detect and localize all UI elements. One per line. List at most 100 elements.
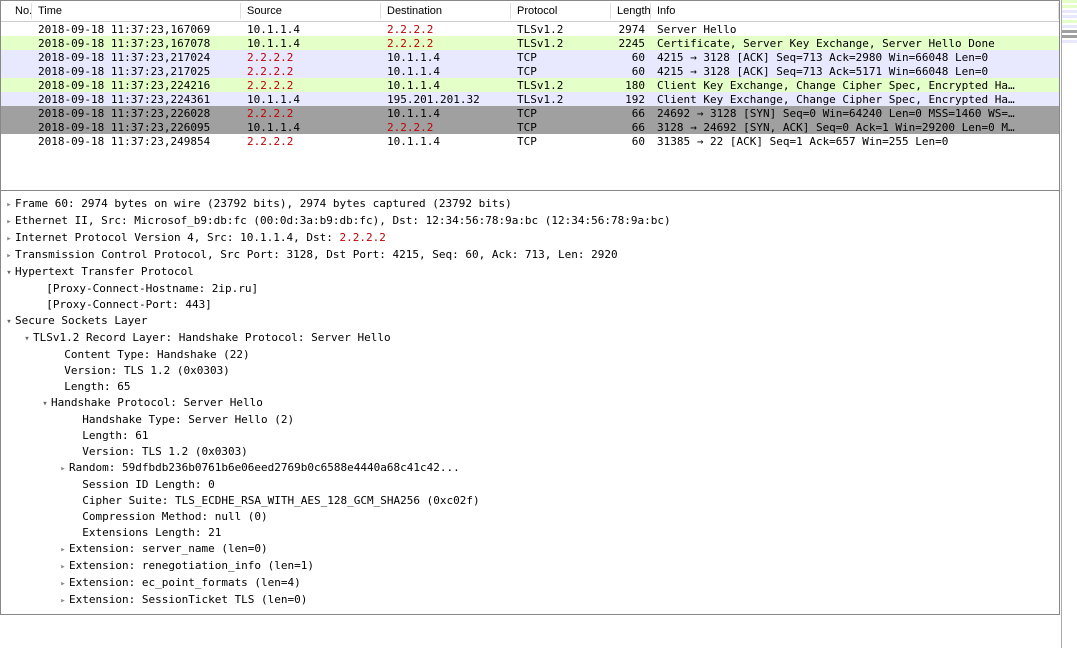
col-header-length[interactable]: Length [611, 3, 651, 19]
cell-time: 2018-09-18 11:37:23,249854 [32, 135, 241, 148]
tree-row[interactable]: Ethernet II, Src: Microsof_b9:db:fc (00:… [3, 213, 1059, 230]
tree-row[interactable]: [Proxy-Connect-Hostname: 2ip.ru] [3, 281, 1059, 297]
packet-row[interactable]: 2018-09-18 11:37:23,2170242.2.2.210.1.1.… [1, 50, 1059, 64]
packet-list-header[interactable]: No. Time Source Destination Protocol Len… [1, 1, 1059, 22]
tree-row[interactable]: Extension: ec_point_formats (len=4) [3, 575, 1059, 592]
tree-expander-closed-icon[interactable] [3, 230, 15, 247]
col-header-info[interactable]: Info [651, 3, 1059, 19]
tree-expander-open-icon[interactable] [3, 264, 15, 281]
tree-row[interactable]: Extension: SessionTicket TLS (len=0) [3, 592, 1059, 609]
tree-expander-closed-icon[interactable] [3, 196, 15, 213]
cell-length: 60 [611, 65, 651, 78]
tree-label: TLSv1.2 Record Layer: Handshake Protocol… [33, 330, 391, 346]
tree-row[interactable]: Length: 65 [3, 379, 1059, 395]
tree-label: [Proxy-Connect-Hostname: 2ip.ru] [33, 281, 258, 297]
cell-info: 4215 → 3128 [ACK] Seq=713 Ack=5171 Win=6… [651, 65, 1059, 78]
tree-row[interactable]: Transmission Control Protocol, Src Port:… [3, 247, 1059, 264]
cell-destination: 10.1.1.4 [381, 79, 511, 92]
packet-details-panel: Frame 60: 2974 bytes on wire (23792 bits… [0, 190, 1060, 615]
tree-row[interactable]: Internet Protocol Version 4, Src: 10.1.1… [3, 230, 1059, 247]
cell-time: 2018-09-18 11:37:23,224361 [32, 93, 241, 106]
tree-label: Session ID Length: 0 [69, 477, 215, 493]
col-header-no[interactable]: No. [1, 3, 32, 19]
tree-label: Frame 60: 2974 bytes on wire (23792 bits… [15, 196, 512, 212]
tree-row[interactable]: Cipher Suite: TLS_ECDHE_RSA_WITH_AES_128… [3, 493, 1059, 509]
tree-expander-closed-icon[interactable] [57, 460, 69, 477]
cell-source: 10.1.1.4 [241, 37, 381, 50]
cell-info: 24692 → 3128 [SYN] Seq=0 Win=64240 Len=0… [651, 107, 1059, 120]
cell-protocol: TCP [511, 107, 611, 120]
cell-destination: 2.2.2.2 [381, 23, 511, 36]
tree-expander-open-icon[interactable] [3, 313, 15, 330]
cell-destination: 10.1.1.4 [381, 135, 511, 148]
tree-expander-open-icon[interactable] [39, 395, 51, 412]
tree-row[interactable]: Frame 60: 2974 bytes on wire (23792 bits… [3, 196, 1059, 213]
cell-destination: 10.1.1.4 [381, 107, 511, 120]
tree-expander-closed-icon[interactable] [57, 575, 69, 592]
tree-label: Hypertext Transfer Protocol [15, 264, 194, 280]
packet-row[interactable]: 2018-09-18 11:37:23,22436110.1.1.4195.20… [1, 92, 1059, 106]
tree-row[interactable]: [Proxy-Connect-Port: 443] [3, 297, 1059, 313]
tree-row[interactable]: Random: 59dfbdb236b0761b6e06eed2769b0c65… [3, 460, 1059, 477]
packet-row[interactable]: 2018-09-18 11:37:23,16707810.1.1.42.2.2.… [1, 36, 1059, 50]
cell-destination: 195.201.201.32 [381, 93, 511, 106]
tree-label: Version: TLS 1.2 (0x0303) [69, 444, 248, 460]
col-header-source[interactable]: Source [241, 3, 381, 19]
tree-row[interactable]: Handshake Type: Server Hello (2) [3, 412, 1059, 428]
tree-label: Extension: server_name (len=0) [69, 541, 268, 557]
tree-row[interactable]: Version: TLS 1.2 (0x0303) [3, 363, 1059, 379]
tree-row[interactable]: TLSv1.2 Record Layer: Handshake Protocol… [3, 330, 1059, 347]
tree-row[interactable]: Content Type: Handshake (22) [3, 347, 1059, 363]
tree-label: Handshake Type: Server Hello (2) [69, 412, 294, 428]
tree-expander-closed-icon[interactable] [57, 558, 69, 575]
tree-label: Transmission Control Protocol, Src Port:… [15, 247, 618, 263]
cell-source: 10.1.1.4 [241, 93, 381, 106]
tree-label: Extension: SessionTicket TLS (len=0) [69, 592, 307, 608]
cell-info: 4215 → 3128 [ACK] Seq=713 Ack=2980 Win=6… [651, 51, 1059, 64]
overview-scrollbar[interactable] [1061, 0, 1077, 648]
packet-row[interactable]: 2018-09-18 11:37:23,2170252.2.2.210.1.1.… [1, 64, 1059, 78]
col-header-proto[interactable]: Protocol [511, 3, 611, 19]
cell-destination: 2.2.2.2 [381, 121, 511, 134]
tree-row[interactable]: Handshake Protocol: Server Hello [3, 395, 1059, 412]
tree-label: Content Type: Handshake (22) [51, 347, 250, 363]
cell-info: Client Key Exchange, Change Cipher Spec,… [651, 93, 1059, 106]
cell-source: 2.2.2.2 [241, 79, 381, 92]
tree-label: Version: TLS 1.2 (0x0303) [51, 363, 230, 379]
cell-info: 31385 → 22 [ACK] Seq=1 Ack=657 Win=255 L… [651, 135, 1059, 148]
cell-protocol: TLSv1.2 [511, 37, 611, 50]
tree-row[interactable]: Length: 61 [3, 428, 1059, 444]
tree-expander-closed-icon[interactable] [57, 541, 69, 558]
cell-protocol: TCP [511, 121, 611, 134]
cell-protocol: TCP [511, 51, 611, 64]
packet-row[interactable]: 2018-09-18 11:37:23,16706910.1.1.42.2.2.… [1, 22, 1059, 36]
tree-label: Extensions Length: 21 [69, 525, 221, 541]
tree-row[interactable]: Version: TLS 1.2 (0x0303) [3, 444, 1059, 460]
tree-expander-closed-icon[interactable] [57, 592, 69, 609]
col-header-time[interactable]: Time [32, 3, 241, 19]
packet-row[interactable]: 2018-09-18 11:37:23,2498542.2.2.210.1.1.… [1, 134, 1059, 148]
cell-length: 2245 [611, 37, 651, 50]
tree-row[interactable]: Secure Sockets Layer [3, 313, 1059, 330]
tree-row[interactable]: Hypertext Transfer Protocol [3, 264, 1059, 281]
tree-row[interactable]: Session ID Length: 0 [3, 477, 1059, 493]
tree-expander-open-icon[interactable] [21, 330, 33, 347]
cell-length: 192 [611, 93, 651, 106]
col-header-dest[interactable]: Destination [381, 3, 511, 19]
cell-protocol: TLSv1.2 [511, 23, 611, 36]
cell-time: 2018-09-18 11:37:23,224216 [32, 79, 241, 92]
cell-source: 2.2.2.2 [241, 51, 381, 64]
packet-row[interactable]: 2018-09-18 11:37:23,2242162.2.2.210.1.1.… [1, 78, 1059, 92]
tree-row[interactable]: Extension: renegotiation_info (len=1) [3, 558, 1059, 575]
tree-row[interactable]: Extension: server_name (len=0) [3, 541, 1059, 558]
tree-expander-closed-icon[interactable] [3, 247, 15, 264]
packet-list-panel: No. Time Source Destination Protocol Len… [0, 0, 1060, 190]
tree-label: Length: 61 [69, 428, 148, 444]
cell-length: 2974 [611, 23, 651, 36]
tree-row[interactable]: Extensions Length: 21 [3, 525, 1059, 541]
packet-row[interactable]: 2018-09-18 11:37:23,22609510.1.1.42.2.2.… [1, 120, 1059, 134]
tree-row[interactable]: Compression Method: null (0) [3, 509, 1059, 525]
tree-expander-closed-icon[interactable] [3, 213, 15, 230]
packet-row[interactable]: 2018-09-18 11:37:23,2260282.2.2.210.1.1.… [1, 106, 1059, 120]
tree-label: Ethernet II, Src: Microsof_b9:db:fc (00:… [15, 213, 671, 229]
